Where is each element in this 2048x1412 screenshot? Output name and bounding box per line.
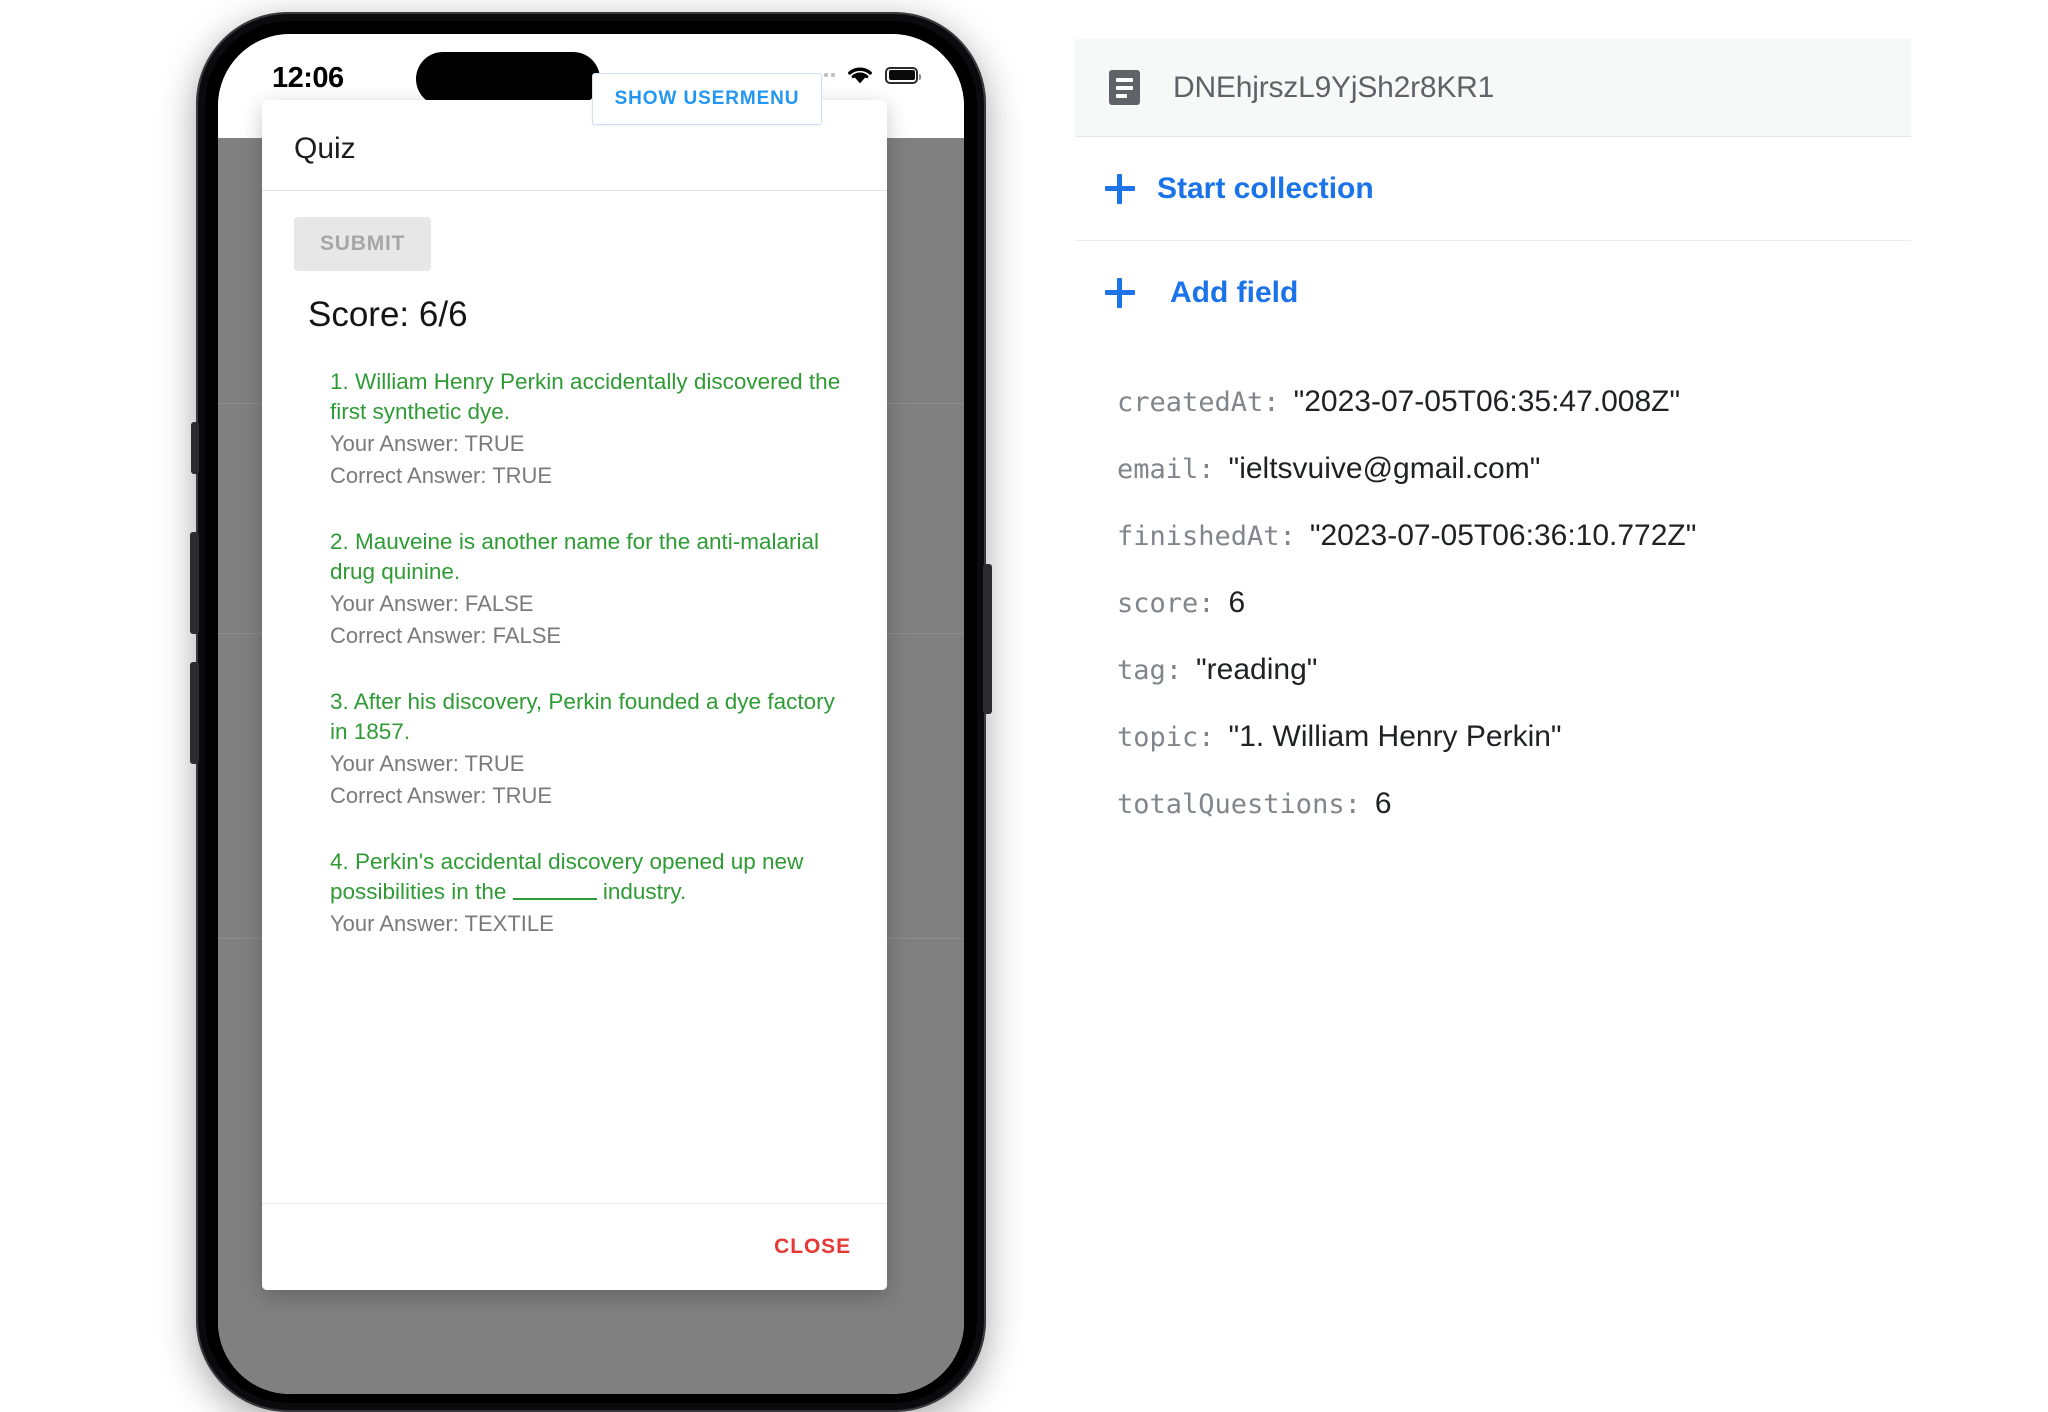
field-value: "2023-07-05T06:35:47.008Z" xyxy=(1293,385,1681,418)
quiz-dialog-body: SUBMIT Score: 6/6 1. William Henry Perki… xyxy=(262,191,887,1203)
phone-screen: 12:06 SHOW USERMENU Quiz SUBMIT Score: 6… xyxy=(218,34,964,1394)
your-answer: Your Answer: TRUE xyxy=(330,431,525,456)
answer-blank xyxy=(512,880,597,900)
quiz-question-item: 1. William Henry Perkin accidentally dis… xyxy=(330,367,847,491)
field-row[interactable]: topic: "1. William Henry Perkin" xyxy=(1117,720,1911,754)
field-key: finishedAt: xyxy=(1117,521,1296,552)
question-text: 4. Perkin's accidental discovery opened … xyxy=(330,847,847,907)
field-key: createdAt: xyxy=(1117,387,1280,418)
quiz-question-item: 3. After his discovery, Perkin founded a… xyxy=(330,687,847,811)
question-text: 3. After his discovery, Perkin founded a… xyxy=(330,689,835,744)
correct-answer: Correct Answer: FALSE xyxy=(330,623,562,648)
dynamic-island xyxy=(416,52,600,106)
field-row[interactable]: finishedAt: "2023-07-05T06:36:10.772Z" xyxy=(1117,519,1911,553)
show-usermenu-button[interactable]: SHOW USERMENU xyxy=(592,73,822,125)
volume-up-button[interactable] xyxy=(190,532,199,634)
question-text: 1. William Henry Perkin accidentally dis… xyxy=(330,369,841,424)
question-text: 2. Mauveine is another name for the anti… xyxy=(330,529,820,584)
correct-answer: Correct Answer: TRUE xyxy=(330,783,553,808)
field-row[interactable]: totalQuestions: 6 xyxy=(1117,787,1911,821)
plus-icon xyxy=(1105,278,1135,308)
field-value: 6 xyxy=(1374,787,1392,820)
quiz-question-item: 4. Perkin's accidental discovery opened … xyxy=(330,847,847,939)
close-button[interactable]: CLOSE xyxy=(768,1234,857,1260)
quiz-questions-list: 1. William Henry Perkin accidentally dis… xyxy=(262,367,887,939)
field-value: "reading" xyxy=(1196,653,1318,686)
status-bar-time: 12:06 xyxy=(272,62,344,94)
quiz-dialog: Quiz SUBMIT Score: 6/6 1. William Henry … xyxy=(262,100,887,1290)
document-id: DNEhjrszL9YjSh2r8KR1 xyxy=(1173,70,1495,104)
field-value: "ieltsvuive@gmail.com" xyxy=(1228,452,1541,485)
your-answer: Your Answer: TRUE xyxy=(330,751,525,776)
document-header: DNEhjrszL9YjSh2r8KR1 xyxy=(1075,39,1911,137)
document-fields-list: createdAt: "2023-07-05T06:35:47.008Z" em… xyxy=(1075,345,1911,821)
plus-icon xyxy=(1105,173,1135,204)
field-key: tag: xyxy=(1117,655,1183,686)
field-value: "1. William Henry Perkin" xyxy=(1228,720,1562,753)
field-key: totalQuestions: xyxy=(1117,789,1361,820)
document-icon xyxy=(1109,70,1140,105)
submit-button[interactable]: SUBMIT xyxy=(294,217,432,271)
field-value: "2023-07-05T06:36:10.772Z" xyxy=(1309,519,1697,552)
field-value: 6 xyxy=(1228,586,1246,619)
field-key: score: xyxy=(1117,588,1215,619)
correct-answer: Correct Answer: TRUE xyxy=(330,463,553,488)
start-collection-button[interactable]: Start collection xyxy=(1075,137,1911,241)
field-row[interactable]: score: 6 xyxy=(1117,586,1911,620)
quiz-score: Score: 6/6 xyxy=(308,295,468,334)
power-button[interactable] xyxy=(983,564,992,714)
add-field-label: Add field xyxy=(1170,276,1299,309)
start-collection-label: Start collection xyxy=(1157,171,1374,205)
firestore-document-panel: DNEhjrszL9YjSh2r8KR1 Start collection Ad… xyxy=(1075,39,1911,1339)
silent-switch-button[interactable] xyxy=(191,422,199,474)
field-row[interactable]: email: "ieltsvuive@gmail.com" xyxy=(1117,452,1911,486)
field-key: email: xyxy=(1117,454,1215,485)
field-row[interactable]: tag: "reading" xyxy=(1117,653,1911,687)
quiz-question-item: 2. Mauveine is another name for the anti… xyxy=(330,527,847,651)
volume-down-button[interactable] xyxy=(190,662,199,764)
your-answer: Your Answer: FALSE xyxy=(330,591,534,616)
your-answer: Your Answer: TEXTILE xyxy=(330,911,554,936)
status-bar-indicators xyxy=(810,64,921,86)
field-row[interactable]: createdAt: "2023-07-05T06:35:47.008Z" xyxy=(1117,385,1911,419)
question-text-after-blank: industry. xyxy=(596,879,687,904)
quiz-dialog-footer: CLOSE xyxy=(262,1203,887,1290)
add-field-button[interactable]: Add field xyxy=(1075,241,1911,345)
wifi-icon xyxy=(848,67,872,84)
battery-icon xyxy=(885,66,921,84)
field-key: topic: xyxy=(1117,722,1215,753)
phone-mockup: 12:06 SHOW USERMENU Quiz SUBMIT Score: 6… xyxy=(190,12,992,1412)
